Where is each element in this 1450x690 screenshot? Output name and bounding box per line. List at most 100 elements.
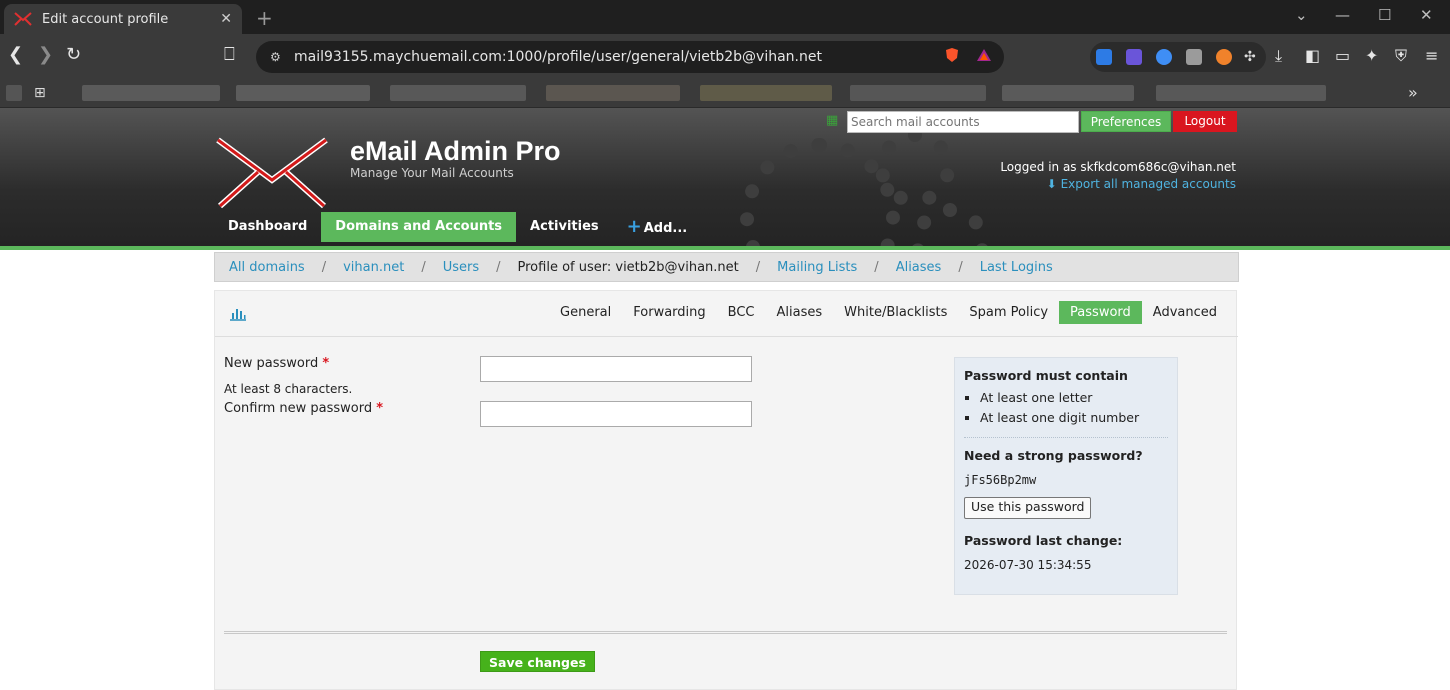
puzzle-icon[interactable]: ✣ — [1244, 49, 1260, 65]
tab-general[interactable]: General — [549, 301, 622, 324]
gear-decoration — [875, 128, 955, 208]
nav-add-label: Add... — [643, 221, 688, 236]
bookmark-icon[interactable]: ⎕ — [224, 44, 235, 65]
nav-dashboard[interactable]: Dashboard — [214, 212, 321, 242]
bookmark-item[interactable] — [82, 85, 220, 101]
last-change-title: Password last change: — [964, 533, 1123, 548]
bookmark-item[interactable] — [700, 85, 832, 101]
extension-icon[interactable] — [1096, 49, 1112, 65]
app-logo — [216, 137, 328, 209]
use-password-button[interactable]: Use this password — [964, 497, 1092, 519]
camera-icon[interactable] — [1186, 49, 1202, 65]
logout-button[interactable]: Logout — [1173, 111, 1237, 132]
bookmark-item[interactable] — [390, 85, 526, 101]
profile-panel: General Forwarding BCC Aliases White/Bla… — [214, 290, 1238, 690]
new-tab-icon[interactable]: + — [256, 6, 273, 30]
extension-icon[interactable] — [1216, 49, 1232, 65]
nav-activities[interactable]: Activities — [516, 212, 613, 242]
close-window-icon[interactable]: ✕ — [1420, 6, 1433, 24]
breadcrumb-separator: / — [496, 259, 501, 275]
required-mark: * — [376, 401, 384, 416]
bookmarks-bar: ⊞ » — [0, 78, 1450, 108]
browser-tab[interactable]: Edit account profile ✕ — [4, 4, 242, 34]
tab-advanced[interactable]: Advanced — [1142, 301, 1228, 324]
logged-in-status: Logged in as skfkdcom686c@vihan.net — [1000, 160, 1236, 174]
bookmark-item[interactable] — [850, 85, 986, 101]
wallet-icon[interactable]: ▭ — [1335, 46, 1350, 65]
brave-shield-icon[interactable] — [944, 47, 960, 63]
gear-decoration — [740, 138, 900, 246]
bookmark-item[interactable] — [546, 85, 680, 101]
sidebar-icon[interactable]: ◧ — [1305, 46, 1320, 65]
brave-rewards-icon[interactable] — [976, 47, 992, 63]
nav-domains-accounts[interactable]: Domains and Accounts — [321, 212, 517, 242]
address-bar[interactable]: ⚙ mail93155.maychuemail.com:1000/profile… — [256, 41, 1004, 73]
search-input[interactable] — [847, 111, 1079, 133]
plus-icon: + — [626, 216, 642, 237]
password-help-box: Password must contain At least one lette… — [954, 357, 1178, 595]
browser-toolbar: ❮ ❯ ↻ ⎕ ⚙ mail93155.maychuemail.com:1000… — [0, 34, 1450, 78]
tab-bcc[interactable]: BCC — [717, 301, 766, 324]
preferences-button[interactable]: Preferences — [1081, 111, 1171, 132]
bookmark-item[interactable] — [6, 85, 22, 101]
breadcrumb-users[interactable]: Users — [443, 260, 479, 275]
gear-decoration — [910, 203, 990, 246]
tab-aliases[interactable]: Aliases — [766, 301, 834, 324]
new-password-label: New password * — [224, 356, 329, 371]
bar-chart-icon[interactable] — [229, 306, 247, 321]
bookmark-item[interactable] — [236, 85, 370, 101]
mail-logo-icon — [14, 12, 32, 26]
nav-add[interactable]: + Add... — [613, 212, 702, 242]
breadcrumb-domain[interactable]: vihan.net — [343, 260, 404, 275]
last-change-value: 2026-07-30 15:34:55 — [964, 558, 1092, 572]
ai-icon[interactable]: ✦ — [1365, 46, 1378, 65]
extension-icon[interactable] — [1126, 49, 1142, 65]
confirm-password-label-text: Confirm new password — [224, 401, 373, 416]
vpn-icon[interactable]: ⛨ — [1395, 46, 1407, 66]
tab-spam-policy[interactable]: Spam Policy — [958, 301, 1059, 324]
form-divider — [224, 631, 1227, 634]
maximize-icon[interactable]: ☐ — [1378, 6, 1391, 24]
site-info-icon[interactable]: ⚙ — [270, 50, 284, 64]
header-accent-line — [0, 246, 1450, 250]
tab-close-icon[interactable]: ✕ — [220, 11, 232, 27]
breadcrumb-aliases[interactable]: Aliases — [896, 260, 942, 275]
strong-password-title: Need a strong password? — [964, 448, 1143, 463]
breadcrumb-last-logins[interactable]: Last Logins — [980, 260, 1053, 275]
export-accounts-link[interactable]: ⬇ Export all managed accounts — [1047, 177, 1236, 191]
forward-icon[interactable]: ❯ — [38, 44, 53, 65]
menu-icon[interactable]: ≡ — [1425, 46, 1438, 65]
password-rules-list: At least one letter At least one digit n… — [964, 390, 1168, 430]
confirm-password-input[interactable] — [480, 401, 752, 427]
more-bookmarks-icon[interactable]: » — [1408, 85, 1424, 101]
password-rule: At least one letter — [980, 390, 1168, 410]
download-icon[interactable]: ⤓ — [1275, 46, 1282, 66]
generated-password: jFs56Bp2mw — [964, 473, 1037, 487]
bookmark-item[interactable] — [1002, 85, 1134, 101]
tab-search-icon[interactable]: ⌄ — [1295, 6, 1308, 24]
minimize-icon[interactable]: — — [1335, 6, 1350, 24]
breadcrumb-separator: / — [755, 259, 761, 275]
tab-password[interactable]: Password — [1059, 301, 1142, 324]
profile-tabs-bar: General Forwarding BCC Aliases White/Bla… — [215, 291, 1238, 337]
new-password-hint: At least 8 characters. — [224, 382, 353, 396]
breadcrumb-separator: / — [421, 259, 426, 275]
save-changes-button[interactable]: Save changes — [480, 651, 595, 672]
tab-white-blacklists[interactable]: White/Blacklists — [833, 301, 958, 324]
reload-icon[interactable]: ↻ — [66, 44, 81, 65]
back-icon[interactable]: ❮ — [8, 44, 23, 65]
new-password-input[interactable] — [480, 356, 752, 382]
breadcrumb-separator: / — [321, 259, 327, 275]
breadcrumb-current: Profile of user: vietb2b@vihan.net — [517, 259, 739, 275]
apps-icon[interactable]: ⊞ — [34, 85, 52, 101]
breadcrumb-mailing-lists[interactable]: Mailing Lists — [777, 260, 857, 275]
extensions-tray: ✣ — [1090, 42, 1266, 72]
bookmark-item[interactable] — [1156, 85, 1326, 101]
extension-icon[interactable] — [1156, 49, 1172, 65]
tab-forwarding[interactable]: Forwarding — [622, 301, 716, 324]
main-nav: Dashboard Domains and Accounts Activitie… — [214, 212, 701, 242]
breadcrumb-all-domains[interactable]: All domains — [229, 260, 305, 275]
app-subtitle: Manage Your Mail Accounts — [350, 166, 514, 180]
url-text: mail93155.maychuemail.com:1000/profile/u… — [294, 49, 822, 65]
dotted-divider — [964, 437, 1168, 438]
